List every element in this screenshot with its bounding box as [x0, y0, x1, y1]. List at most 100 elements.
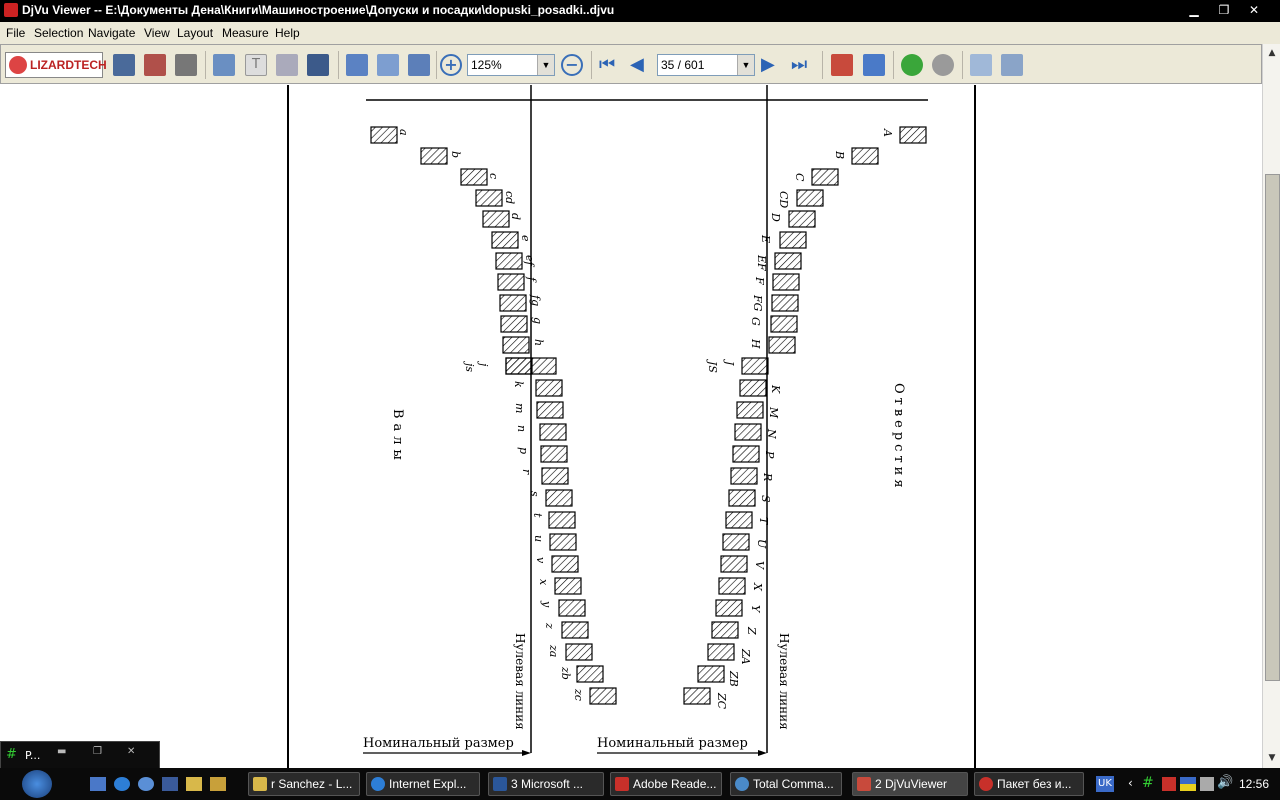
- start-orb-icon[interactable]: [22, 770, 52, 798]
- toolbar: LIZARDTECH T + 125% ▼ − ⏮ ◀ 35 / 601 ▼ ▶…: [0, 44, 1262, 84]
- save-icon[interactable]: [113, 54, 135, 76]
- tray-hash-icon[interactable]: #: [1142, 775, 1154, 791]
- ukraine-flag-icon[interactable]: [1180, 777, 1196, 791]
- vertical-scrollbar[interactable]: ▲ ▼: [1262, 44, 1280, 768]
- chevron-down-icon[interactable]: ▼: [737, 55, 754, 75]
- taskbar-item[interactable]: Adobe Reade...: [610, 772, 722, 796]
- shaft-tolerance-bar: [576, 665, 604, 683]
- prev-page-icon[interactable]: ◀: [630, 54, 652, 76]
- hole-tolerance-bar: [851, 147, 879, 165]
- first-page-icon[interactable]: ⏮: [599, 54, 621, 76]
- window-title: DjVu Viewer -- E:\Документы Дена\Книги\М…: [22, 3, 615, 17]
- quicklaunch-icon[interactable]: [138, 777, 154, 791]
- quicklaunch-icon[interactable]: [186, 777, 202, 791]
- shaft-tolerance-bar: [548, 511, 576, 529]
- hole-letter-label: U: [755, 539, 768, 549]
- taskbar-item[interactable]: Пакет без и...: [974, 772, 1084, 796]
- menu-file[interactable]: File: [6, 26, 25, 40]
- shaft-tolerance-bar: [370, 126, 398, 144]
- shaft-letter-label: a: [397, 129, 410, 136]
- chevron-down-icon[interactable]: ▼: [537, 55, 554, 75]
- hole-letter-label: CD: [777, 191, 790, 208]
- shafts-caption: Валы: [390, 409, 405, 465]
- hole-tolerance-bar: [725, 511, 753, 529]
- go-back-icon[interactable]: [901, 54, 923, 76]
- taskbar-item[interactable]: Total Comma...: [730, 772, 842, 796]
- fit-page-icon[interactable]: [408, 54, 430, 76]
- shaft-tolerance-bar: [561, 621, 589, 639]
- holes-caption: Отверстия: [891, 383, 906, 492]
- hole-letter-label: J: [723, 359, 736, 366]
- hole-letter-label: ZC: [715, 692, 728, 710]
- menu-layout[interactable]: Layout: [177, 26, 213, 40]
- fit-width-icon[interactable]: [377, 54, 399, 76]
- shaft-tolerance-bar: [539, 423, 567, 441]
- go-forward-icon[interactable]: [932, 54, 954, 76]
- tray-expand-icon[interactable]: ‹: [1128, 776, 1133, 790]
- next-page-icon[interactable]: ▶: [761, 54, 783, 76]
- page-select[interactable]: 35 / 601 ▼: [657, 54, 755, 76]
- taskbar-item[interactable]: Internet Expl...: [366, 772, 480, 796]
- continuous-view-icon[interactable]: [970, 54, 992, 76]
- lizardtech-logo[interactable]: LIZARDTECH: [5, 52, 107, 78]
- scroll-thumb[interactable]: [1265, 174, 1280, 681]
- find-binoculars-icon[interactable]: [175, 54, 197, 76]
- text-select-icon[interactable]: T: [245, 54, 267, 76]
- floating-window[interactable]: # P... ▬ ❐ ✕: [0, 741, 160, 769]
- menu-help[interactable]: Help: [275, 26, 300, 40]
- scroll-down-icon[interactable]: ▼: [1264, 750, 1280, 766]
- taskbar-item-label: Пакет без и...: [997, 777, 1072, 791]
- ie-quicklaunch-icon[interactable]: [114, 777, 130, 791]
- taskbar-item-active[interactable]: 2 DjVuViewer: [852, 772, 968, 796]
- shaft-letter-label: n: [515, 425, 528, 432]
- hole-letter-label: F: [753, 276, 766, 285]
- float-min-icon[interactable]: ▬: [57, 746, 66, 757]
- hand-tool-icon[interactable]: [213, 54, 235, 76]
- menu-navigate[interactable]: Navigate: [88, 26, 135, 40]
- close-button[interactable]: ✕: [1242, 2, 1266, 18]
- document-view[interactable]: a b c cd d e ef f fg g h j js k m n p r s t u v x y z za zb zc ABCC…: [0, 85, 1262, 768]
- float-max-icon[interactable]: ❐: [93, 746, 102, 757]
- hole-letter-label: N: [765, 428, 778, 439]
- menu-selection[interactable]: Selection: [34, 26, 83, 40]
- minimize-button[interactable]: ▁: [1182, 2, 1206, 18]
- float-close-icon[interactable]: ✕: [127, 746, 135, 757]
- taskbar-item[interactable]: 3 Microsoft ...: [488, 772, 604, 796]
- maximize-button[interactable]: ❐: [1212, 2, 1236, 18]
- djvu-app-icon: [4, 3, 18, 17]
- network-icon[interactable]: [1200, 777, 1214, 791]
- last-page-icon[interactable]: ⏭: [791, 54, 813, 76]
- shaft-letter-label: zc: [572, 688, 585, 701]
- show-desktop-icon[interactable]: [90, 777, 106, 791]
- taskbar-item[interactable]: r Sanchez - L...: [248, 772, 360, 796]
- rotate-left-icon[interactable]: [831, 54, 853, 76]
- zoom-select[interactable]: 125% ▼: [467, 54, 555, 76]
- page-value: 35 / 601: [661, 58, 705, 72]
- region-select-icon[interactable]: [307, 54, 329, 76]
- print-icon[interactable]: [144, 54, 166, 76]
- quicklaunch-icon[interactable]: [162, 777, 178, 791]
- volume-icon[interactable]: 🔊: [1217, 775, 1233, 790]
- scroll-up-icon[interactable]: ▲: [1264, 45, 1280, 61]
- hole-letter-label: X: [751, 582, 764, 592]
- menu-view[interactable]: View: [144, 26, 170, 40]
- hole-tolerance-bar: [722, 533, 750, 551]
- page-layout-icon[interactable]: [1001, 54, 1023, 76]
- rotate-right-icon[interactable]: [863, 54, 885, 76]
- shaft-letter-label: c: [487, 173, 500, 179]
- menu-measure[interactable]: Measure: [222, 26, 269, 40]
- zoom-out-icon[interactable]: −: [561, 54, 583, 76]
- hole-tolerance-bar: [697, 665, 725, 683]
- zoom-tool-icon[interactable]: [276, 54, 298, 76]
- quicklaunch-icon[interactable]: [210, 777, 226, 791]
- zoom-in-icon[interactable]: +: [440, 54, 462, 76]
- single-page-icon[interactable]: [346, 54, 368, 76]
- shaft-letter-label: h: [532, 339, 545, 346]
- shaft-tolerance-bar: [475, 189, 503, 207]
- shaft-tolerance-bar: [497, 273, 525, 291]
- zoom-value: 125%: [471, 58, 502, 72]
- tray-icon[interactable]: [1162, 777, 1176, 791]
- clock[interactable]: 12:56: [1239, 777, 1269, 791]
- language-indicator[interactable]: UK: [1096, 776, 1114, 792]
- taskbar-item-label: r Sanchez - L...: [271, 777, 353, 791]
